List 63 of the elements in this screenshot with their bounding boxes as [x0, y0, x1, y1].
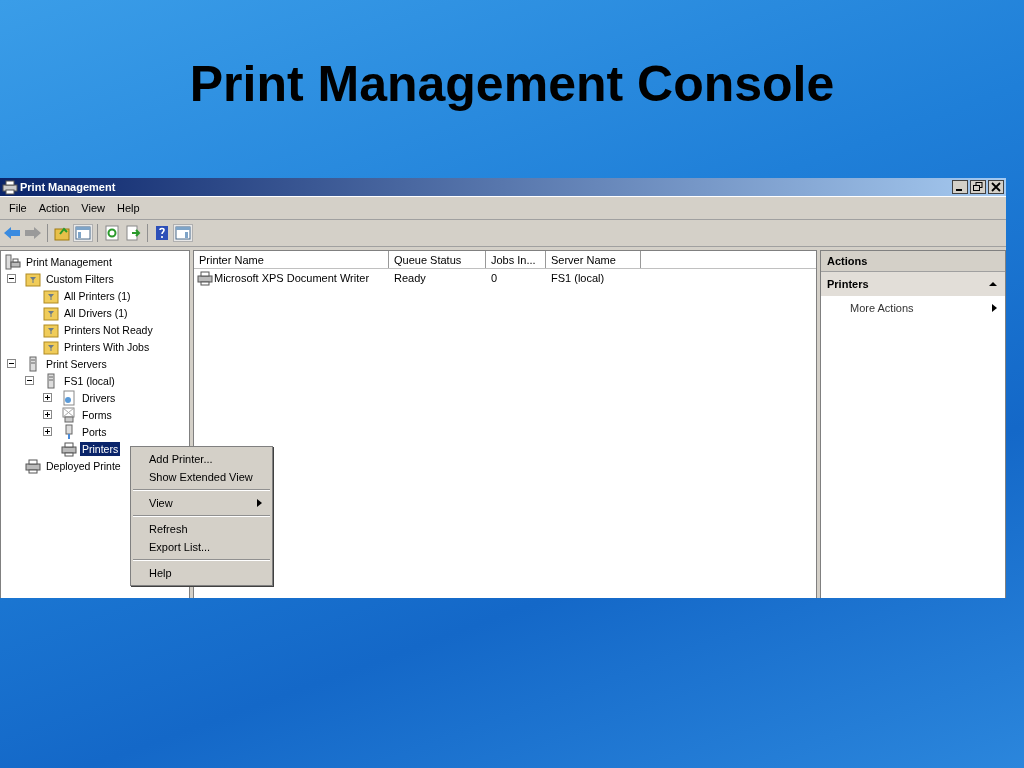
menu-item[interactable]: Show Extended View — [131, 468, 272, 486]
help-icon[interactable] — [153, 225, 171, 241]
submenu-arrow-icon — [257, 499, 262, 507]
table-cell: 0 — [491, 272, 498, 284]
tree-item[interactable]: FS1 (local) — [62, 373, 117, 388]
printer-icon — [25, 457, 41, 474]
printer-icon — [61, 440, 77, 457]
menu-item[interactable]: View — [76, 202, 112, 214]
menu-item[interactable]: Refresh — [131, 520, 272, 538]
printer-icon — [197, 270, 213, 286]
section-title: Printers — [827, 278, 869, 290]
expander-icon[interactable] — [7, 359, 16, 368]
column-header[interactable]: Queue Status — [389, 251, 486, 268]
tree-item[interactable]: Print Management — [24, 254, 114, 269]
expander-icon[interactable] — [43, 410, 52, 419]
pane-toggle-icon[interactable] — [174, 225, 192, 241]
table-cell: Microsoft XPS Document Writer — [214, 272, 370, 284]
table-cell: FS1 (local) — [551, 272, 605, 284]
menu-item[interactable]: Action — [33, 202, 77, 214]
menu-item[interactable]: View — [131, 494, 272, 512]
tree-item[interactable]: Printers — [80, 441, 121, 456]
filter-folder-icon — [43, 321, 59, 338]
column-header[interactable]: Server Name — [546, 251, 641, 268]
restore-button[interactable] — [970, 180, 986, 194]
filter-folder-icon — [43, 338, 59, 355]
collapse-icon[interactable] — [989, 280, 997, 288]
submenu-arrow-icon — [992, 304, 997, 312]
tree-item[interactable]: All Drivers (1) — [62, 305, 130, 320]
tree-item[interactable]: Forms — [80, 407, 114, 422]
filter-folder-icon — [43, 287, 59, 304]
tree-item[interactable]: Printers With Jobs — [62, 339, 152, 354]
column-header[interactable]: Printer Name — [194, 251, 389, 268]
refresh-icon[interactable] — [103, 225, 121, 241]
actions-header: Actions — [821, 251, 1005, 272]
tree-item[interactable]: Print Servers — [44, 356, 109, 371]
action-link[interactable]: More Actions — [850, 302, 914, 314]
forms-icon — [61, 406, 77, 423]
filter-folder-icon — [25, 270, 41, 287]
slide-title: Print Management Console — [188, 55, 836, 114]
export-icon[interactable] — [124, 225, 142, 241]
menu-item[interactable]: Export List... — [131, 538, 272, 556]
menu-item[interactable]: Help — [131, 564, 272, 582]
minimize-button[interactable] — [952, 180, 968, 194]
column-header[interactable]: Jobs In... — [486, 251, 546, 268]
menu-item[interactable]: Help — [111, 202, 147, 214]
tree-item[interactable]: All Printers (1) — [62, 288, 133, 303]
menu-item[interactable]: Add Printer... — [131, 450, 272, 468]
expander-icon[interactable] — [7, 274, 16, 283]
filter-folder-icon — [43, 304, 59, 321]
expander-icon[interactable] — [43, 393, 52, 402]
tree-item[interactable]: Deployed Printe — [44, 458, 123, 473]
menu-item[interactable]: File — [4, 202, 34, 214]
pane-toggle-icon[interactable] — [74, 225, 92, 241]
table-cell: Ready — [394, 272, 426, 284]
expander-icon[interactable] — [43, 427, 52, 436]
tree-item[interactable]: Printers Not Ready — [62, 322, 155, 337]
console-printer-icon — [5, 253, 21, 270]
expander-icon[interactable] — [25, 376, 34, 385]
tree-item[interactable]: Custom Filters — [44, 271, 116, 286]
close-button[interactable] — [988, 180, 1004, 194]
tree-item[interactable]: Drivers — [80, 390, 118, 405]
tree-item[interactable]: Ports — [80, 424, 109, 439]
window-title: Print Management — [20, 181, 117, 193]
